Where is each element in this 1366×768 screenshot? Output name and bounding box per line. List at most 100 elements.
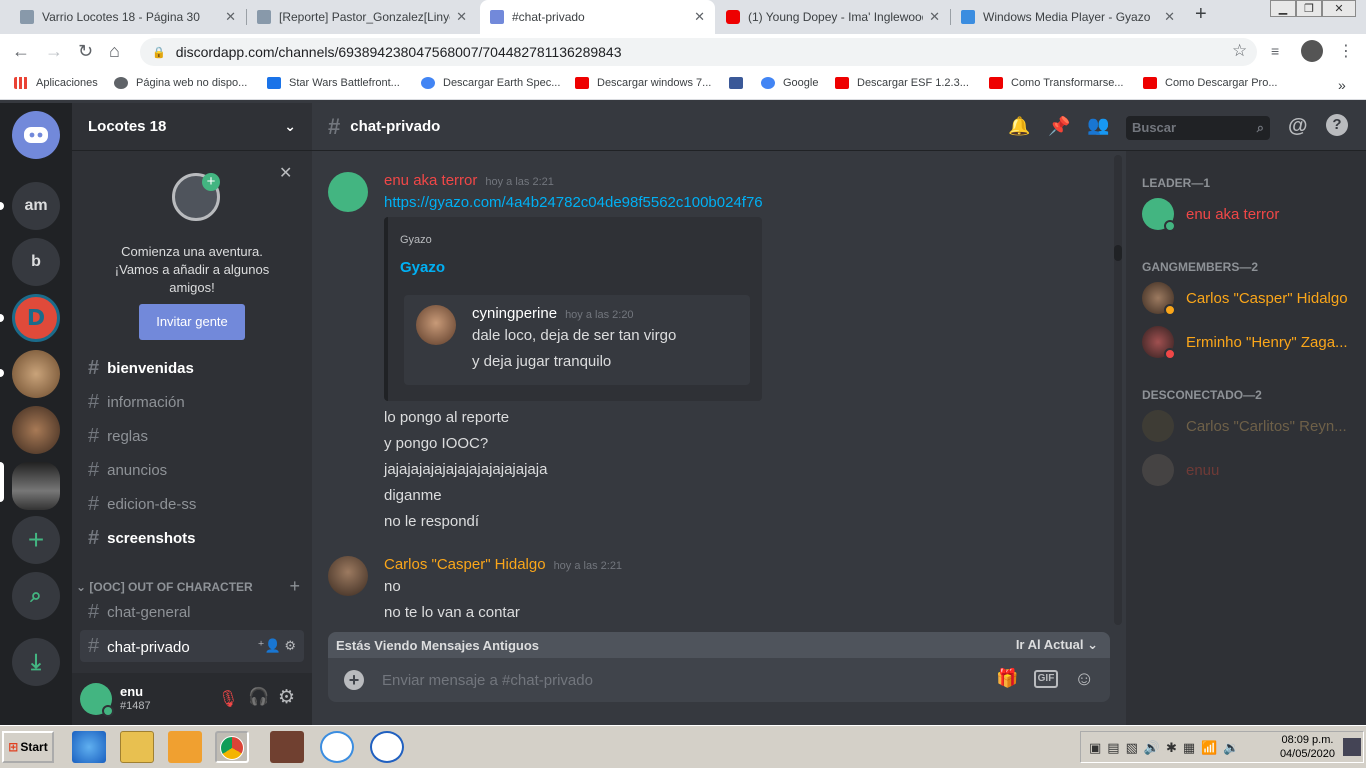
- tab-varrio-locotes[interactable]: Varrio Locotes 18 - Página 30 ✕: [10, 0, 246, 34]
- gta-game-icon[interactable]: [270, 731, 304, 763]
- gift-icon[interactable]: 🎁: [996, 668, 1018, 689]
- upload-plus-icon[interactable]: +: [344, 670, 364, 690]
- clock-time: 08:09 p.m.: [1281, 734, 1334, 746]
- gyazo-icon[interactable]: [320, 731, 354, 763]
- message-author[interactable]: enu aka terror hoy a las 2:21: [384, 172, 554, 189]
- member-item[interactable]: enuu: [1142, 454, 1219, 486]
- download-apps-icon[interactable]: ⤓: [12, 638, 60, 686]
- channel-anuncios[interactable]: # anuncios: [80, 454, 304, 486]
- minimize-button[interactable]: ▁: [1270, 0, 1296, 17]
- server-cf[interactable]: ᗞ: [12, 294, 60, 342]
- invite-people-button[interactable]: Invitar gente: [139, 304, 245, 340]
- start-button[interactable]: ⊞ Start: [2, 731, 54, 763]
- discord-home-icon[interactable]: [12, 111, 60, 159]
- server-avatar[interactable]: [12, 406, 60, 454]
- mute-mic-icon[interactable]: 🎙: [218, 689, 238, 709]
- bookmark-star-icon[interactable]: ☆: [1232, 41, 1247, 61]
- file-explorer-icon[interactable]: [120, 731, 154, 763]
- scrollbar-track[interactable]: [1114, 155, 1122, 625]
- channel-edicion-de-ss[interactable]: # edicion-de-ss: [80, 488, 304, 520]
- channel-reglas[interactable]: # reglas: [80, 420, 304, 452]
- settings-gear-icon[interactable]: ⚙: [278, 686, 295, 709]
- chrome-taskbar-button[interactable]: [215, 731, 249, 763]
- bookmark-item[interactable]: Descargar ESF 1.2.3...: [835, 77, 969, 89]
- invite-and-settings-icons[interactable]: ⁺👤 ⚙: [258, 638, 296, 654]
- member-item[interactable]: Carlos "Casper" Hidalgo: [1142, 282, 1348, 316]
- help-icon[interactable]: ?: [1326, 114, 1348, 136]
- close-icon[interactable]: ✕: [225, 9, 236, 25]
- avatar[interactable]: [328, 556, 368, 596]
- chevron-down-icon: ⌄: [284, 118, 296, 134]
- channel-chat-general[interactable]: # chat-general: [80, 596, 304, 628]
- category-ooc[interactable]: ⌄ [OOC] OUT OF CHARACTER +: [76, 576, 308, 597]
- bookmark-item[interactable]: Descargar windows 7...: [575, 77, 711, 89]
- gyazo-replay-icon[interactable]: [370, 731, 404, 763]
- notification-bell-icon[interactable]: 🔔: [1008, 116, 1030, 137]
- avatar[interactable]: [328, 172, 368, 212]
- tab-chat-privado[interactable]: #chat-privado ✕: [480, 0, 715, 34]
- bookmark-item[interactable]: Como Descargar Pro...: [1143, 77, 1277, 89]
- gif-icon[interactable]: GIF: [1034, 670, 1058, 688]
- menu-icon[interactable]: ⋮: [1338, 41, 1354, 61]
- tab-young-dopey[interactable]: (1) Young Dopey - Ima' Inglewood ✕: [716, 0, 950, 34]
- bookmark-apps[interactable]: Aplicaciones: [14, 77, 98, 89]
- server-avatar[interactable]: [12, 350, 60, 398]
- member-item[interactable]: enu aka terror: [1142, 198, 1279, 232]
- emoji-icon[interactable]: ☺: [1074, 668, 1094, 691]
- tab-gyazo[interactable]: Windows Media Player - Gyazo ✕: [951, 0, 1185, 34]
- reload-icon[interactable]: ↻: [78, 41, 93, 62]
- bookmark-item[interactable]: Star Wars Battlefront...: [267, 77, 400, 89]
- close-icon[interactable]: ✕: [694, 9, 705, 25]
- url-field[interactable]: 🔒 discordapp.com/channels/69389423804756…: [140, 38, 1257, 66]
- add-server-icon[interactable]: +: [12, 516, 60, 564]
- channel-chat-privado[interactable]: # chat-privado ⁺👤 ⚙: [80, 630, 304, 662]
- forward-icon[interactable]: →: [45, 41, 63, 62]
- member-item[interactable]: Erminho "Henry" Zaga...: [1142, 326, 1348, 360]
- member-item[interactable]: Carlos "Carlitos" Reyn...: [1142, 410, 1347, 442]
- bookmark-item[interactable]: Página web no dispo...: [114, 77, 247, 89]
- more-bookmarks-icon[interactable]: »: [1338, 77, 1346, 93]
- search-input[interactable]: Buscar ⌕: [1126, 116, 1270, 140]
- tray-icons[interactable]: ▣▤▧🔊✱▦📶🔉: [1089, 740, 1246, 756]
- home-icon[interactable]: ⌂: [109, 41, 120, 62]
- restore-button[interactable]: ❐: [1296, 0, 1322, 17]
- close-icon[interactable]: ✕: [279, 163, 292, 183]
- embed-title[interactable]: Gyazo: [400, 259, 445, 276]
- bookmark-item[interactable]: Descargar Earth Spec...: [421, 77, 560, 89]
- media-player-icon[interactable]: [168, 731, 202, 763]
- scrollbar-thumb[interactable]: [1114, 245, 1122, 261]
- profile-avatar[interactable]: [1301, 40, 1323, 62]
- server-am[interactable]: am: [12, 182, 60, 230]
- close-icon[interactable]: ✕: [456, 9, 467, 25]
- server-locotes-18[interactable]: [12, 462, 60, 510]
- channel-bienvenidas[interactable]: # bienvenidas: [80, 352, 304, 384]
- close-icon[interactable]: ✕: [929, 9, 940, 25]
- tab-reporte[interactable]: [Reporte] Pastor_Gonzalez[Linyera ✕: [247, 0, 477, 34]
- media-icon[interactable]: ≡: [1271, 43, 1279, 59]
- pinned-messages-icon[interactable]: 📌: [1048, 116, 1070, 137]
- mentions-icon[interactable]: @: [1288, 115, 1308, 138]
- clock[interactable]: 08:09 p.m. 04/05/2020: [1280, 733, 1335, 761]
- member-list-icon[interactable]: 👥: [1087, 115, 1109, 136]
- bookmark-facebook[interactable]: [729, 77, 751, 89]
- internet-explorer-icon[interactable]: [72, 731, 106, 763]
- explore-search-icon[interactable]: ⌕: [12, 572, 60, 620]
- bookmark-item[interactable]: Google: [761, 77, 818, 89]
- show-desktop-icon[interactable]: [1343, 738, 1361, 756]
- message-author[interactable]: Carlos "Casper" Hidalgo hoy a las 2:21: [384, 556, 622, 573]
- message-link[interactable]: https://gyazo.com/4a4b24782c04de98f5562c…: [384, 194, 763, 211]
- close-window-button[interactable]: ✕: [1322, 0, 1356, 17]
- message-input[interactable]: Enviar mensaje a #chat-privado: [382, 672, 593, 689]
- back-icon[interactable]: ←: [12, 41, 30, 62]
- server-header[interactable]: Locotes 18 ⌄: [72, 103, 312, 151]
- bookmark-item[interactable]: Como Transformarse...: [989, 77, 1123, 89]
- channel-informacion[interactable]: # información: [80, 386, 304, 418]
- close-icon[interactable]: ✕: [1164, 9, 1175, 25]
- new-tab-button[interactable]: +: [1195, 3, 1207, 26]
- headphones-icon[interactable]: 🎧: [248, 687, 269, 707]
- add-channel-icon[interactable]: +: [289, 576, 300, 597]
- jump-to-present-button[interactable]: Ir Al Actual ⌄: [1016, 637, 1098, 653]
- user-avatar[interactable]: [80, 683, 114, 717]
- server-b[interactable]: b: [12, 238, 60, 286]
- channel-screenshots[interactable]: # screenshots: [80, 522, 304, 554]
